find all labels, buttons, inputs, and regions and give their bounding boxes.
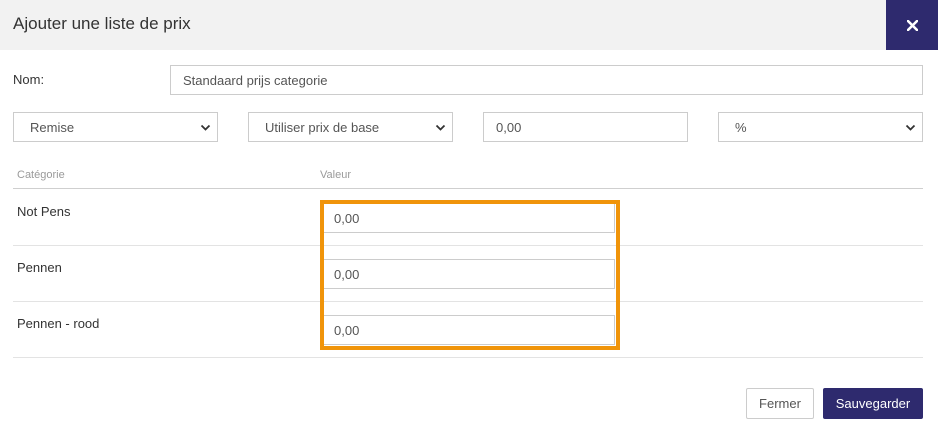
unit-select[interactable]: %: [718, 112, 923, 142]
base-price-select-value: Utiliser prix de base: [265, 119, 380, 135]
type-select[interactable]: Remise: [13, 112, 218, 142]
nom-label: Nom:: [13, 72, 45, 87]
table-row-value-input[interactable]: [323, 259, 615, 289]
chevron-down-icon: [200, 124, 211, 131]
row-divider: [13, 357, 923, 358]
row-divider: [13, 301, 923, 302]
save-button[interactable]: Sauvegarder: [823, 388, 923, 419]
unit-select-value: %: [735, 119, 747, 135]
header-divider: [13, 188, 923, 189]
column-header-category: Catégorie: [17, 169, 65, 181]
close-button[interactable]: [886, 0, 938, 50]
table-row-value-input[interactable]: [323, 315, 615, 345]
chevron-down-icon: [905, 124, 916, 131]
chevron-down-icon: [435, 124, 446, 131]
amount-input[interactable]: [483, 112, 688, 142]
nom-input[interactable]: [170, 65, 923, 95]
modal-title: Ajouter une liste de prix: [13, 14, 191, 33]
type-select-value: Remise: [30, 119, 75, 135]
column-header-value: Valeur: [320, 169, 351, 181]
table-row-category: Pennen - rood: [17, 316, 100, 331]
table-row-category: Not Pens: [17, 204, 71, 219]
base-price-select[interactable]: Utiliser prix de base: [248, 112, 453, 142]
close-modal-button[interactable]: Fermer: [746, 388, 814, 419]
table-row-category: Pennen: [17, 260, 62, 275]
modal-header: Ajouter une liste de prix: [0, 0, 938, 50]
close-icon: [906, 19, 918, 31]
table-row-value-input[interactable]: [323, 203, 615, 233]
row-divider: [13, 245, 923, 246]
